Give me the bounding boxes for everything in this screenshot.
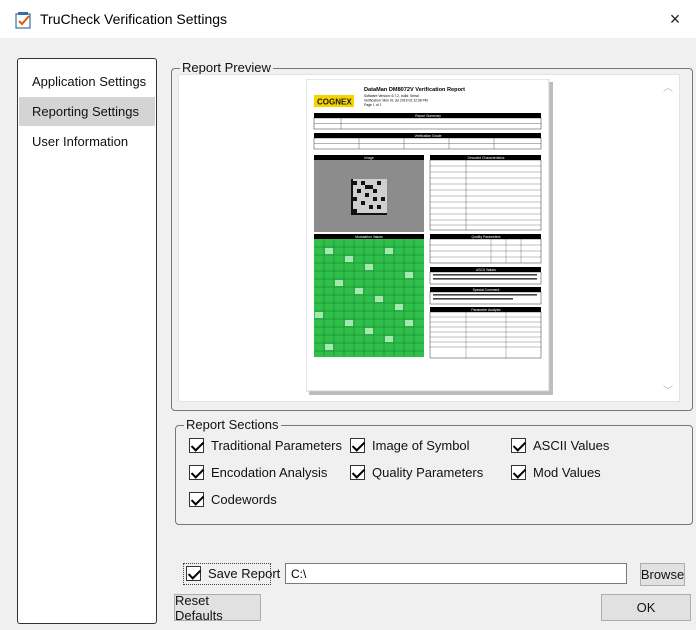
report-section-image: Image	[364, 156, 374, 160]
checkbox-encodation-analysis[interactable]	[189, 465, 204, 480]
checkbox-ascii-values[interactable]	[511, 438, 526, 453]
label-quality-parameters: Quality Parameters	[372, 465, 484, 480]
label-save-report: Save Report	[208, 566, 281, 581]
label-image-of-symbol: Image of Symbol	[372, 438, 470, 453]
report-sections-legend: Report Sections	[184, 417, 281, 433]
label-encodation-analysis: Encodation Analysis	[211, 465, 328, 480]
report-subtitle-2: Verification: Mon 01 Jul 2019 02:12:08 P…	[364, 99, 428, 103]
label-codewords: Codewords	[211, 492, 277, 507]
report-subtitle-1: Software Version: 6.7.2, build: Serial	[364, 94, 419, 98]
option-ascii-values[interactable]: ASCII Values	[511, 438, 609, 453]
settings-sidebar: Application Settings Reporting Settings …	[17, 58, 157, 624]
report-section-grade: Verification Grade	[415, 134, 442, 138]
sidebar-item-reporting-settings[interactable]: Reporting Settings	[19, 97, 155, 126]
report-section-ascii: ASCII Values	[476, 268, 496, 272]
title-bar: TruCheck Verification Settings ×	[0, 0, 696, 38]
checkbox-save-report[interactable]	[186, 566, 201, 581]
report-section-summary: Report Summary	[415, 114, 441, 118]
sidebar-item-application-settings[interactable]: Application Settings	[19, 67, 155, 96]
report-brand: COGNEX	[317, 98, 352, 107]
close-button[interactable]: ×	[654, 0, 696, 38]
report-subtitle-3: Page 1 of 1	[364, 103, 381, 107]
report-section-parameter: Parameter Analysis	[471, 308, 501, 312]
report-section-modulation: Modulation Values	[355, 235, 383, 239]
option-traditional-parameters[interactable]: Traditional Parameters	[189, 438, 342, 453]
report-section-special: Special Comment	[473, 288, 500, 292]
option-encodation-analysis[interactable]: Encodation Analysis	[189, 465, 327, 480]
save-report-option[interactable]: Save Report	[186, 566, 280, 581]
browse-button[interactable]: Browse	[640, 563, 685, 586]
checkbox-codewords[interactable]	[189, 492, 204, 507]
option-mod-values[interactable]: Mod Values	[511, 465, 601, 480]
scroll-down-arrow-icon[interactable]: ﹀	[663, 382, 673, 397]
report-section-quality: Quality Parameters	[471, 235, 500, 239]
option-quality-parameters[interactable]: Quality Parameters	[350, 465, 483, 480]
window-title: TruCheck Verification Settings	[40, 11, 228, 27]
app-icon	[15, 12, 31, 29]
ok-button[interactable]: OK	[601, 594, 691, 621]
option-codewords[interactable]: Codewords	[189, 492, 277, 507]
checkbox-quality-parameters[interactable]	[350, 465, 365, 480]
reset-defaults-button[interactable]: Reset Defaults	[174, 593, 261, 623]
checkbox-image-of-symbol[interactable]	[350, 438, 365, 453]
checkbox-mod-values[interactable]	[511, 465, 526, 480]
report-preview-area[interactable]: ︿ ﹀ COGNEX DataMan DM8072V Verification …	[178, 74, 680, 402]
label-traditional-parameters: Traditional Parameters	[211, 438, 343, 453]
scroll-up-arrow-icon[interactable]: ︿	[663, 79, 673, 94]
report-title: DataMan DM8072V Verification Report	[364, 87, 465, 93]
report-page-thumbnail: COGNEX DataMan DM8072V Verification Repo…	[306, 79, 553, 395]
label-mod-values: Mod Values	[533, 465, 601, 480]
report-section-decoded: Decoded Characteristics	[468, 156, 505, 160]
label-ascii-values: ASCII Values	[533, 438, 610, 453]
option-image-of-symbol[interactable]: Image of Symbol	[350, 438, 470, 453]
sidebar-item-user-information[interactable]: User Information	[19, 127, 155, 156]
save-path-input[interactable]	[285, 563, 627, 584]
checkbox-traditional-parameters[interactable]	[189, 438, 204, 453]
